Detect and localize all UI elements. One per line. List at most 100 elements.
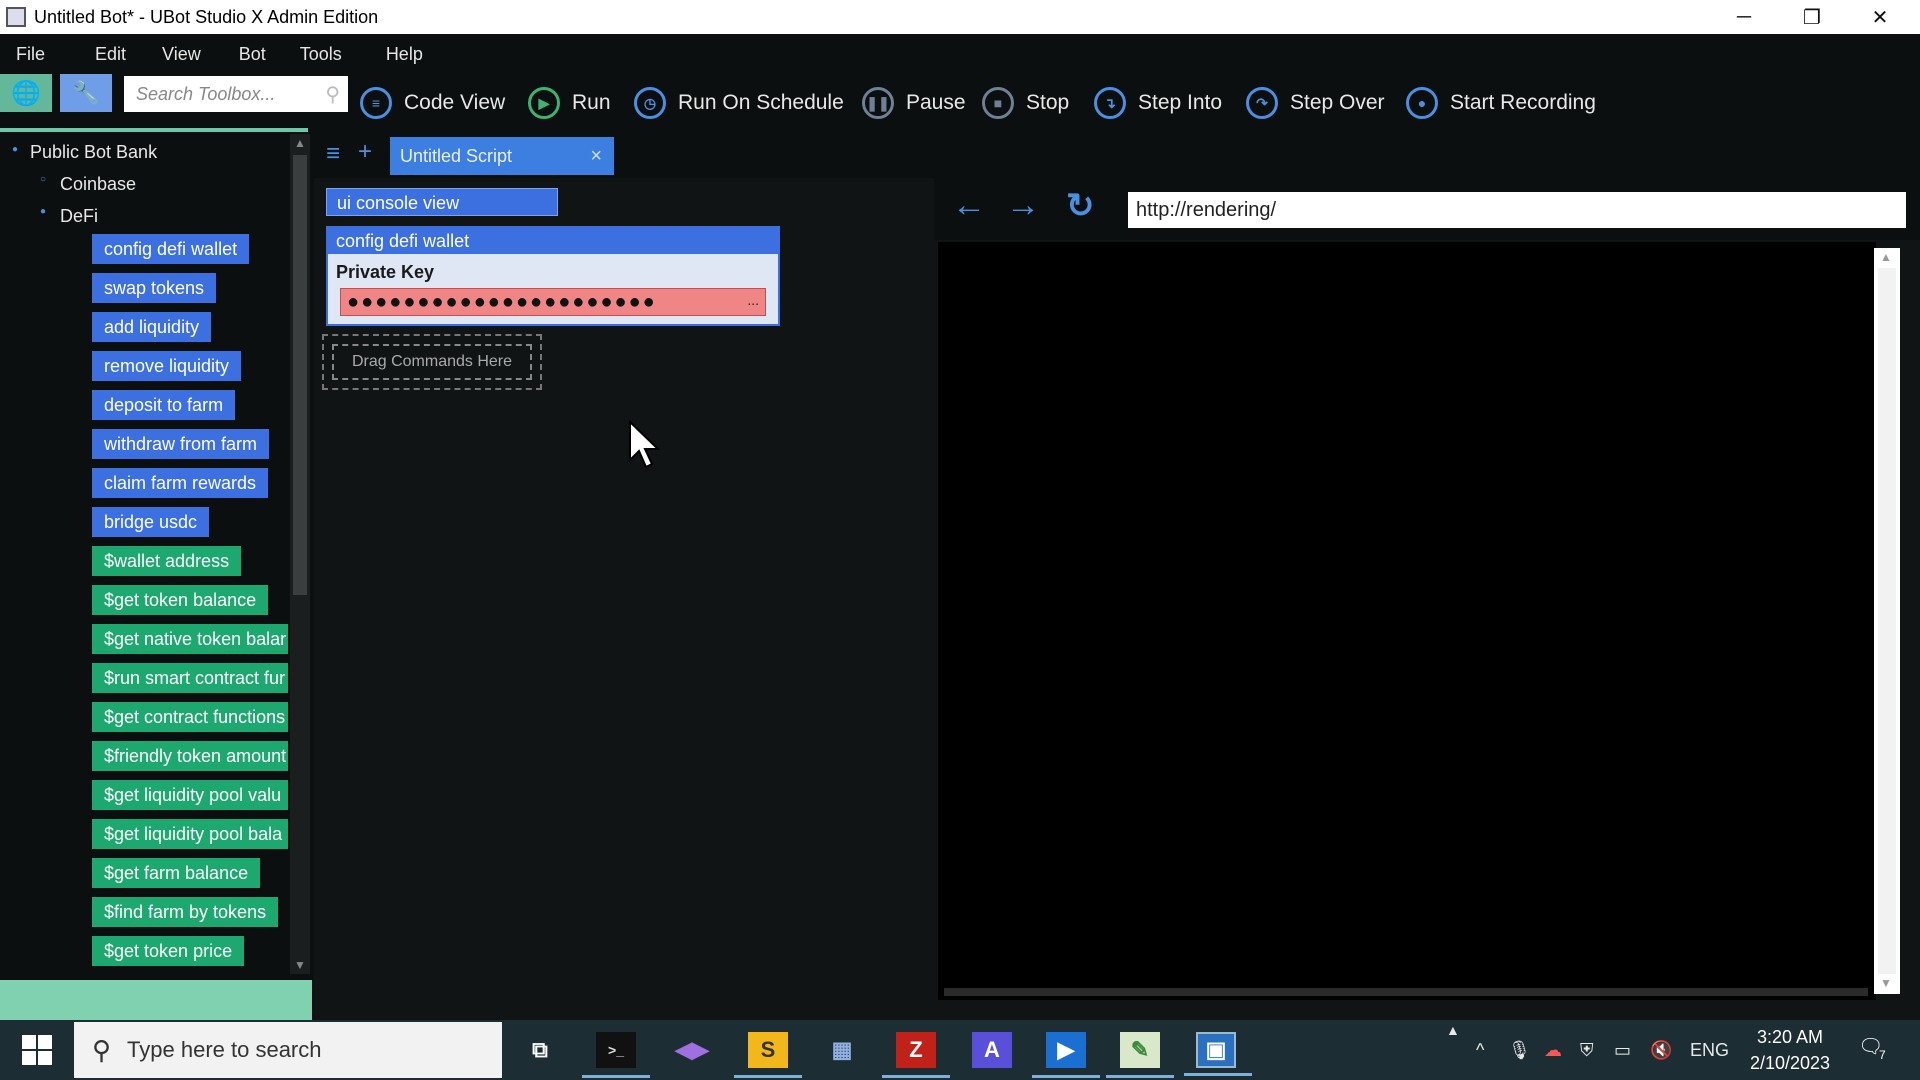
forward-arrow-icon[interactable]: →: [1006, 186, 1040, 225]
toolbox-function-item[interactable]: $get contract functions: [92, 702, 288, 732]
private-key-input[interactable]: ●●●●●●●●●●●●●●●●●●●●●● ...: [340, 288, 766, 316]
toolbox-function-item[interactable]: $wallet address: [92, 546, 242, 576]
browser-scroll-thumb[interactable]: [1878, 268, 1896, 974]
command-config-defi-wallet[interactable]: config defi wallet Private Key ●●●●●●●●●…: [326, 226, 780, 326]
show-hidden-icons-icon[interactable]: ^: [1476, 1040, 1484, 1061]
toolbox-button[interactable]: 🔧: [60, 74, 112, 112]
terminal-icon[interactable]: >_: [582, 1032, 650, 1078]
tab-untitled-script[interactable]: Untitled Script ×: [390, 137, 614, 175]
back-arrow-icon[interactable]: ←: [952, 186, 986, 225]
task-view-icon[interactable]: ⧉: [520, 1032, 560, 1068]
clock-time: 3:20 AM: [1756, 1027, 1824, 1047]
step-into-button[interactable]: ↴ Step Into: [1094, 74, 1222, 132]
menu-bar: File Edit View Bot Tools Help: [0, 34, 1920, 74]
font-app-icon[interactable]: A: [972, 1032, 1012, 1068]
clock-icon: ◷: [634, 87, 666, 119]
restore-button[interactable]: ❐: [1778, 0, 1846, 34]
private-key-more-button[interactable]: ...: [747, 289, 759, 313]
taskbar-search-input[interactable]: Type here to search: [127, 1037, 321, 1063]
close-icon[interactable]: ×: [590, 145, 602, 168]
visual-studio-icon[interactable]: ◀▶: [672, 1032, 712, 1068]
start-recording-button[interactable]: ● Start Recording: [1406, 74, 1596, 132]
toolbox-command-item[interactable]: deposit to farm: [92, 390, 236, 420]
network-icon[interactable]: ▭: [1614, 1040, 1631, 1061]
close-button[interactable]: ✕: [1846, 0, 1914, 34]
chevron-up-icon[interactable]: ▲: [1446, 1022, 1460, 1038]
media-player-icon[interactable]: ▶: [1032, 1032, 1100, 1078]
code-view-button[interactable]: ≡ Code View: [360, 74, 505, 132]
plus-icon[interactable]: +: [358, 138, 372, 166]
toolbox-search[interactable]: Search Toolbox... ⚲: [124, 76, 348, 112]
tree-node-coinbase[interactable]: Coinbase: [60, 174, 136, 195]
toolbar: 🌐 🔧 Search Toolbox... ⚲ ≡ Code View ▶ Ru…: [0, 74, 1920, 132]
language-indicator[interactable]: ENG: [1690, 1040, 1729, 1061]
menu-help[interactable]: Help: [358, 44, 439, 65]
command-ui-console-view[interactable]: ui console view: [326, 188, 558, 216]
taskbar-clock[interactable]: 3:20 AM 2/10/2023: [1740, 1024, 1840, 1076]
toolbox-command-item[interactable]: bridge usdc: [92, 507, 210, 537]
sidebar-scroll-thumb[interactable]: [293, 155, 307, 595]
refresh-icon[interactable]: ↻: [1066, 186, 1095, 226]
microphone-icon[interactable]: 🎙: [1508, 1040, 1531, 1061]
toolbox-command-item[interactable]: add liquidity: [92, 312, 212, 342]
step-into-icon: ↴: [1094, 87, 1126, 119]
toolbox-function-item[interactable]: $get farm balance: [92, 858, 261, 888]
toolbox-command-item[interactable]: claim farm rewards: [92, 468, 269, 498]
url-input[interactable]: http://rendering/: [1128, 192, 1906, 228]
image-editor-icon[interactable]: ✎: [1106, 1032, 1174, 1078]
security-icon[interactable]: ⛨: [1580, 1040, 1594, 1061]
toolbox-command-item[interactable]: remove liquidity: [92, 351, 242, 381]
tree-node-defi[interactable]: DeFi: [60, 206, 98, 227]
run-button[interactable]: ▶ Run: [528, 74, 611, 132]
step-over-label: Step Over: [1290, 91, 1385, 114]
globe-button[interactable]: 🌐: [0, 74, 52, 112]
toolbox-function-item[interactable]: $friendly token amount: [92, 741, 288, 771]
taskbar-search[interactable]: ⚲ Type here to search: [74, 1022, 502, 1078]
toolbox-function-item[interactable]: $get liquidity pool valu: [92, 780, 288, 810]
menu-tools[interactable]: Tools: [282, 44, 358, 65]
scroll-down-icon[interactable]: ▼: [1880, 976, 1892, 990]
drop-zone[interactable]: Drag Commands Here: [332, 344, 532, 380]
toolbox-command-item[interactable]: config defi wallet: [92, 234, 250, 264]
scroll-up-icon[interactable]: ▲: [294, 136, 306, 150]
filezilla-icon[interactable]: Z: [882, 1032, 950, 1078]
stop-button[interactable]: ■ Stop: [982, 74, 1069, 132]
scroll-up-icon[interactable]: ▲: [1880, 250, 1892, 264]
toolbox-search-input[interactable]: Search Toolbox...: [136, 84, 275, 105]
code-view-label: Code View: [404, 91, 506, 114]
run-on-schedule-button[interactable]: ◷ Run On Schedule: [634, 74, 844, 132]
step-over-button[interactable]: ↷ Step Over: [1246, 74, 1385, 132]
network-app-icon[interactable]: ▦: [822, 1032, 862, 1068]
ubot-studio-icon[interactable]: ▣: [1184, 1032, 1252, 1076]
sublime-text-icon[interactable]: S: [734, 1032, 802, 1078]
scroll-down-icon[interactable]: ▼: [294, 958, 306, 972]
pause-button[interactable]: ❚❚ Pause: [862, 74, 966, 132]
toolbox-command-item[interactable]: withdraw from farm: [92, 429, 270, 459]
toolbox-function-item[interactable]: $run smart contract fur: [92, 663, 288, 693]
toolbox-function-item[interactable]: $get token price: [92, 936, 245, 966]
window-title-bar: Untitled Bot* - UBot Studio X Admin Edit…: [0, 0, 1920, 34]
notifications-button[interactable]: 🗨 7: [1858, 1034, 1890, 1064]
menu-bot[interactable]: Bot: [217, 44, 282, 65]
menu-edit[interactable]: Edit: [61, 44, 142, 65]
clock-date: 2/10/2023: [1749, 1053, 1831, 1073]
toolbox-function-item[interactable]: $get native token balar: [92, 624, 288, 654]
toolbox-command-item[interactable]: swap tokens: [92, 273, 217, 303]
volume-muted-icon[interactable]: 🔇: [1650, 1040, 1672, 1061]
toolbox-function-item[interactable]: $get liquidity pool bala: [92, 819, 288, 849]
command-header: config defi wallet: [328, 228, 778, 254]
menu-file[interactable]: File: [0, 44, 61, 65]
browser-horizontal-scrollbar[interactable]: [944, 988, 1868, 996]
menu-view[interactable]: View: [142, 44, 217, 65]
private-key-value: ●●●●●●●●●●●●●●●●●●●●●●: [347, 291, 657, 313]
onedrive-icon[interactable]: ☁: [1544, 1040, 1562, 1061]
step-into-label: Step Into: [1138, 91, 1223, 114]
windows-start-icon[interactable]: [22, 1035, 52, 1065]
minimize-button[interactable]: ─: [1710, 0, 1778, 34]
hamburger-icon[interactable]: ≡: [326, 140, 340, 168]
toolbox-function-item[interactable]: $find farm by tokens: [92, 897, 279, 927]
pause-label: Pause: [906, 91, 966, 114]
browser-viewport[interactable]: [938, 242, 1876, 1000]
tree-node-public-bot-bank[interactable]: Public Bot Bank: [30, 142, 157, 163]
toolbox-function-item[interactable]: $get token balance: [92, 585, 269, 615]
